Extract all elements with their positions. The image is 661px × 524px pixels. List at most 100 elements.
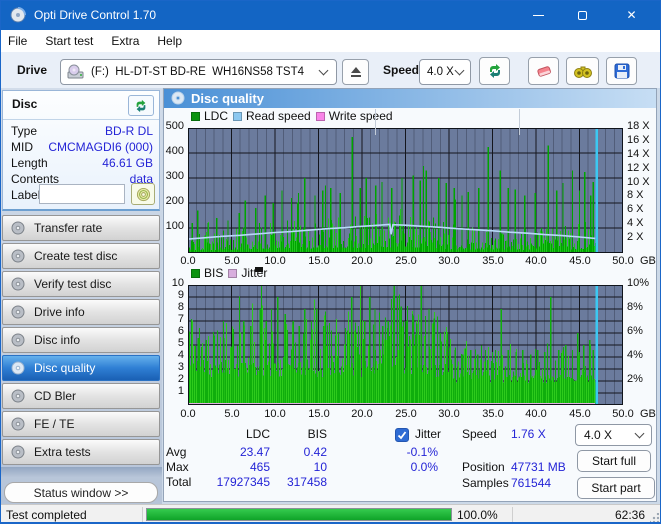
chart2-ytick-right: 2% xyxy=(627,373,643,385)
disc-field-length: Length 46.61 GB xyxy=(3,156,159,170)
sidebar-item-transfer-rate[interactable]: Transfer rate xyxy=(2,215,160,241)
samples-stat-label: Samples xyxy=(462,476,509,490)
status-window-button[interactable]: Status window >> xyxy=(4,482,158,503)
legend-label: Write speed xyxy=(328,109,393,123)
disc-refresh-button[interactable] xyxy=(128,95,154,116)
field-value: CMCMAGDI6 (000) xyxy=(48,140,153,154)
max-jitter-value: 0.0% xyxy=(410,460,438,474)
sidebar-item-cd-bler[interactable]: CD Bler xyxy=(2,383,160,409)
test-speed-select[interactable]: 4.0 X xyxy=(575,424,652,446)
view-button[interactable] xyxy=(566,57,599,85)
page-title: Disc quality xyxy=(191,91,264,106)
disc-field-mid: MID CMCMAGDI6 (000) xyxy=(3,140,159,154)
erase-disc-button[interactable] xyxy=(528,57,559,85)
sidebar-item-label: Extra tests xyxy=(34,445,91,459)
chevron-down-icon xyxy=(454,65,465,75)
disc-icon xyxy=(11,249,25,263)
eject-button[interactable] xyxy=(342,59,369,85)
chart1-ytick-left: 500 xyxy=(165,120,184,132)
position-stat-label: Position xyxy=(462,460,505,474)
sidebar-item-create-test-disc[interactable]: Create test disc xyxy=(2,243,160,269)
ldc-column-header: LDC xyxy=(245,427,270,441)
drive-select[interactable]: (F:) HL-DT-ST BD-RE WH16NS58 TST4 xyxy=(60,59,337,85)
chart2-xtick: 10.0 xyxy=(264,408,286,420)
chart2-ytick-left: 5 xyxy=(177,337,184,349)
total-ldc-value: 17927345 xyxy=(216,475,270,489)
drive-select-value: (F:) HL-DT-ST BD-RE WH16NS58 TST4 xyxy=(91,66,304,78)
legend-artifact-mark xyxy=(255,267,263,272)
start-full-button[interactable]: Start full xyxy=(577,450,651,472)
chart1-ytick-right: 8 X xyxy=(627,189,644,201)
chart1-ytick-right: 6 X xyxy=(627,203,644,215)
field-label: MID xyxy=(11,140,33,154)
legend-swatch xyxy=(233,111,243,121)
close-button[interactable]: ✕ xyxy=(604,0,659,30)
start-part-button[interactable]: Start part xyxy=(577,477,655,499)
legend-label: BIS xyxy=(204,266,224,280)
menu-file[interactable]: File xyxy=(8,31,37,51)
chart1-ytick-right: 2 X xyxy=(627,231,644,243)
legend-swatch xyxy=(191,111,200,121)
panel-header: Disc quality xyxy=(164,89,656,108)
chart2-ytick-left: 3 xyxy=(177,361,184,373)
legend-label: Read speed xyxy=(246,109,311,123)
sidebar-item-disc-info[interactable]: Disc info xyxy=(2,327,160,353)
sidebar: Disc Type BD-R DL MID CMCMAGDI6 (000) Le… xyxy=(0,88,162,504)
disc-icon xyxy=(171,91,185,110)
samples-stat-value: 761544 xyxy=(511,476,552,490)
maximize-button[interactable] xyxy=(560,0,604,30)
bis-jitter-chart xyxy=(188,285,623,405)
chart1-ytick-right: 16 X xyxy=(627,134,650,146)
menu-help[interactable]: Help xyxy=(157,31,192,51)
elapsed-time: 62:36 xyxy=(614,508,645,522)
minimize-icon xyxy=(532,14,544,16)
save-button[interactable] xyxy=(606,57,637,85)
test-speed-select-value: 4.0 X xyxy=(584,428,613,442)
sidebar-item-verify-test-disc[interactable]: Verify test disc xyxy=(2,271,160,297)
chart2-ytick-right: 8% xyxy=(627,301,643,313)
sidebar-item-extra-tests[interactable]: Extra tests xyxy=(2,439,160,465)
minimize-button[interactable] xyxy=(516,0,560,30)
drive-label: Drive xyxy=(17,63,48,77)
checkmark-icon xyxy=(397,431,407,440)
disc-icon xyxy=(11,333,25,347)
resize-grip[interactable] xyxy=(650,513,659,522)
chart2-xtick: 25.0 xyxy=(395,408,417,420)
speed-select[interactable]: 4.0 X xyxy=(419,59,471,85)
field-label: Type xyxy=(11,124,38,138)
chart2-xtick: 35.0 xyxy=(482,408,504,420)
legend-swatch xyxy=(315,111,325,121)
chart1-ytick-right: 18 X xyxy=(627,120,650,132)
chart1-xtick: 30.0 xyxy=(438,255,460,267)
sidebar-item-label: FE / TE xyxy=(34,417,75,431)
chart2-ytick-left: 4 xyxy=(177,349,184,361)
chart2-xtick: 20.0 xyxy=(351,408,373,420)
field-value: BD-R DL xyxy=(104,124,153,138)
toolbar-separator xyxy=(519,109,520,135)
chart1-legend: LDC Read speed Write speed xyxy=(191,109,393,123)
binoculars-icon xyxy=(573,66,592,78)
disc-icon xyxy=(11,417,25,431)
disc-icon xyxy=(11,361,25,375)
chart2-xtick: 45.0 xyxy=(569,408,591,420)
sidebar-item-label: Transfer rate xyxy=(34,221,103,235)
chart1-ytick-right: 12 X xyxy=(627,162,650,174)
menu-extra[interactable]: Extra xyxy=(111,31,149,51)
chart1-ytick-left: 200 xyxy=(165,195,184,207)
disc-info-panel: Disc Type BD-R DL MID CMCMAGDI6 (000) Le… xyxy=(2,90,160,211)
refresh-button[interactable] xyxy=(479,57,510,85)
disc-label-input[interactable] xyxy=(39,184,125,204)
disc-field-type: Type BD-R DL xyxy=(3,124,159,138)
window-title: Opti Drive Control 1.70 xyxy=(34,8,157,22)
chart2-ytick-left: 9 xyxy=(177,289,184,301)
chart1-xtick: 50.0 xyxy=(612,255,634,267)
chart1-xtick: 5.0 xyxy=(224,255,240,267)
sidebar-item-fe-te[interactable]: FE / TE xyxy=(2,411,160,437)
menu-start-test[interactable]: Start test xyxy=(45,31,103,51)
chart2-ytick-left: 1 xyxy=(177,385,184,397)
sidebar-item-disc-quality[interactable]: Disc quality xyxy=(2,355,160,381)
speed-select-value: 4.0 X xyxy=(427,66,454,78)
jitter-checkbox[interactable] xyxy=(395,428,409,442)
sidebar-item-drive-info[interactable]: Drive info xyxy=(2,299,160,325)
maximize-icon xyxy=(577,10,587,20)
